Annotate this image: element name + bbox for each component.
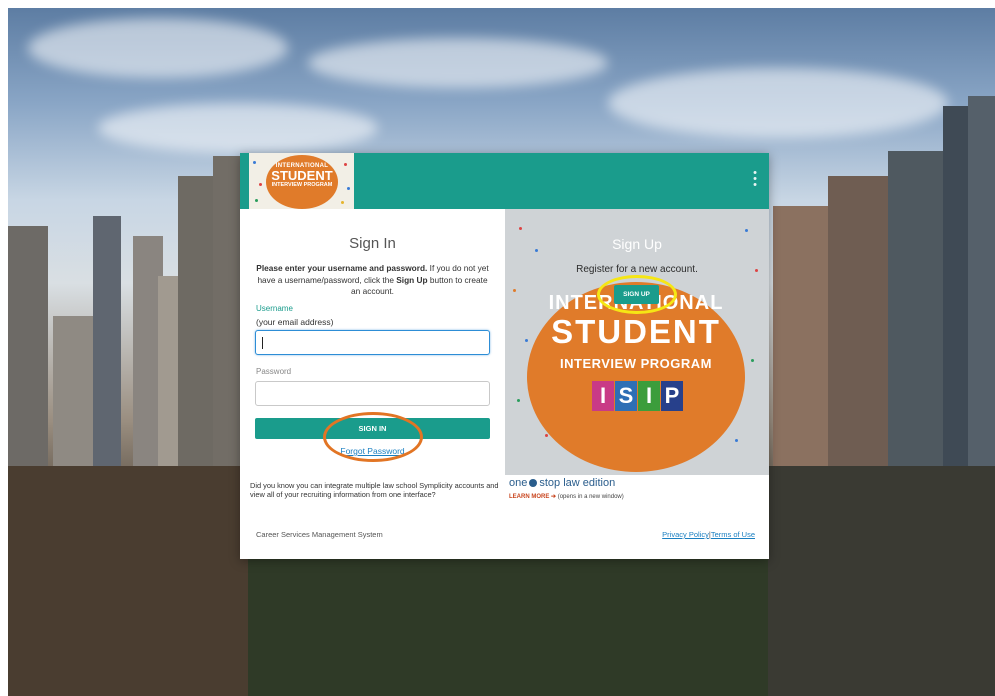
brand-one: one xyxy=(509,477,528,489)
footer-links: Privacy Policy|Terms of Use xyxy=(662,530,755,539)
isip-letters: I S I P xyxy=(592,381,684,411)
promo-text: Did you know you can integrate multiple … xyxy=(250,481,499,499)
annotation-yellow-circle xyxy=(597,275,677,314)
password-input[interactable] xyxy=(255,381,490,406)
terms-of-use-link[interactable]: Terms of Use xyxy=(711,530,755,539)
password-label: Password xyxy=(256,367,292,376)
globe-icon xyxy=(529,479,538,487)
more-options-icon[interactable]: • • • xyxy=(753,168,757,191)
username-input[interactable] xyxy=(255,330,490,355)
username-label: Username xyxy=(256,304,293,313)
signup-title: Sign Up xyxy=(612,236,662,252)
banner-line2: STUDENT xyxy=(551,313,721,350)
privacy-policy-link[interactable]: Privacy Policy xyxy=(662,530,709,539)
instructions-signup-ref: Sign Up xyxy=(396,274,428,285)
brand-edition: law edition xyxy=(563,477,616,489)
brand-stop: stop xyxy=(539,477,561,489)
logo-line2: STUDENT xyxy=(271,168,333,183)
footer-system-name: Career Services Management System xyxy=(256,530,383,539)
arrow-right-icon: ➔ xyxy=(549,494,558,500)
annotation-orange-circle xyxy=(323,412,423,462)
instructions-bold-lead: Please enter your username and password. xyxy=(256,263,428,273)
isip-letter: I xyxy=(638,381,660,411)
signup-panel: INTERNATIONAL STUDENT INTERVIEW PROGRAM … xyxy=(505,209,769,475)
onestop-logo[interactable]: one stop law edition xyxy=(509,477,615,489)
learn-more-label: LEARN MORE xyxy=(509,494,550,500)
signin-panel: Sign In Please enter your username and p… xyxy=(240,209,505,475)
text-caret xyxy=(262,337,263,349)
learn-more-link[interactable]: LEARN MORE ➔ (opens in a new window) xyxy=(509,493,624,500)
signin-title: Sign In xyxy=(349,235,396,252)
username-hint: (your email address) xyxy=(256,317,334,327)
isip-letter: P xyxy=(661,381,683,411)
isip-logo: INTERNATIONAL STUDENT INTERVIEW PROGRAM xyxy=(249,153,354,209)
isip-letter: S xyxy=(615,381,637,411)
isip-letter: I xyxy=(592,381,614,411)
learn-more-suffix: (opens in a new window) xyxy=(557,494,624,500)
signup-subtitle: Register for a new account. xyxy=(576,264,698,275)
banner-line3: INTERVIEW PROGRAM xyxy=(560,356,712,371)
card-header: INTERNATIONAL STUDENT INTERVIEW PROGRAM … xyxy=(240,153,769,209)
login-card: INTERNATIONAL STUDENT INTERVIEW PROGRAM … xyxy=(240,153,769,559)
logo-line3: INTERVIEW PROGRAM xyxy=(271,182,333,188)
signin-instructions: Please enter your username and password.… xyxy=(255,263,490,298)
